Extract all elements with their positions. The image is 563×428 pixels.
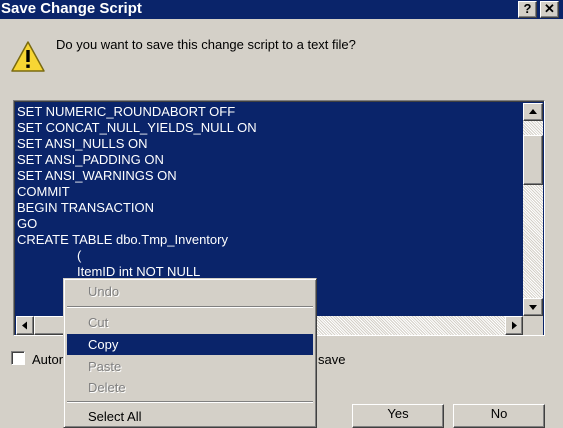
- script-line: SET CONCAT_NULL_YIELDS_NULL ON: [17, 120, 257, 135]
- close-button[interactable]: ✕: [540, 1, 559, 18]
- no-button[interactable]: No: [453, 404, 545, 428]
- vertical-scroll-thumb[interactable]: [523, 135, 543, 185]
- auto-save-label-start[interactable]: Autor: [32, 352, 63, 368]
- menu-separator: [67, 401, 313, 403]
- menu-item-undo[interactable]: Undo: [67, 281, 313, 302]
- menu-item-cut[interactable]: Cut: [67, 312, 313, 333]
- script-line: COMMIT: [17, 184, 70, 199]
- script-line: CREATE TABLE dbo.Tmp_Inventory: [17, 232, 228, 247]
- window-title: Save Change Script: [1, 0, 142, 17]
- menu-item-select-all[interactable]: Select All: [67, 406, 313, 427]
- auto-save-checkbox[interactable]: [11, 351, 25, 365]
- arrow-left-icon: [22, 321, 27, 330]
- auto-save-label-end[interactable]: save: [318, 352, 345, 368]
- scrollbar-corner: [523, 316, 543, 335]
- context-menu[interactable]: Undo Cut Copy Paste Delete Select All: [63, 278, 317, 428]
- title-bar[interactable]: Save Change Script ? ✕: [0, 0, 563, 19]
- script-line: SET ANSI_WARNINGS ON: [17, 168, 177, 183]
- arrow-down-icon: [529, 305, 537, 310]
- script-line: SET ANSI_NULLS ON: [17, 136, 148, 151]
- arrow-up-icon: [529, 109, 537, 114]
- arrow-right-icon: [512, 321, 517, 330]
- script-line: SET ANSI_PADDING ON: [17, 152, 164, 167]
- scroll-left-button[interactable]: [16, 316, 34, 335]
- script-line: (: [77, 248, 82, 263]
- help-icon: ?: [523, 1, 532, 16]
- warning-icon: [11, 41, 45, 72]
- script-line: SET NUMERIC_ROUNDABORT OFF: [17, 104, 236, 119]
- script-line: GO: [17, 216, 38, 231]
- close-icon: ✕: [544, 1, 555, 16]
- help-button[interactable]: ?: [518, 1, 537, 18]
- menu-separator: [67, 306, 313, 308]
- scroll-up-button[interactable]: [523, 103, 543, 121]
- dialog-question: Do you want to save this change script t…: [56, 37, 356, 52]
- script-line: BEGIN TRANSACTION: [17, 200, 155, 215]
- scroll-right-button[interactable]: [505, 316, 523, 335]
- menu-item-paste[interactable]: Paste: [67, 356, 313, 377]
- menu-item-copy[interactable]: Copy: [67, 334, 313, 355]
- menu-item-delete[interactable]: Delete: [67, 377, 313, 398]
- yes-button[interactable]: Yes: [352, 404, 444, 428]
- scroll-down-button[interactable]: [523, 298, 543, 316]
- vertical-scrollbar[interactable]: [523, 103, 543, 316]
